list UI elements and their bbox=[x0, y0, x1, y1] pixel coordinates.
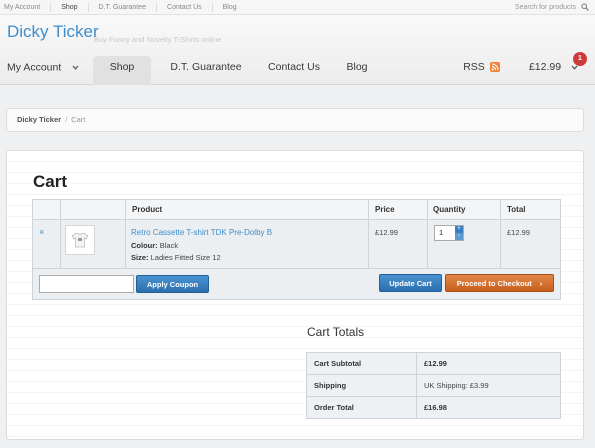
nav-my-account-label: My Account bbox=[7, 61, 62, 74]
cart-table: Product Price Quantity Total × Retro Cas… bbox=[32, 199, 561, 300]
chevron-down-icon bbox=[72, 55, 79, 80]
column-divider bbox=[368, 200, 369, 268]
header-price: Price bbox=[375, 205, 395, 214]
search-icon[interactable] bbox=[581, 3, 589, 11]
order-total-label: Order Total bbox=[314, 403, 354, 412]
shipping-value: UK Shipping: £3.99 bbox=[424, 381, 489, 390]
breadcrumb-current: Cart bbox=[71, 115, 86, 124]
quantity-stepper[interactable]: + - bbox=[455, 226, 463, 240]
breadcrumb: Dicky Ticker / Cart bbox=[6, 108, 584, 132]
product-size: Size: Ladies Fitted Size 12 bbox=[131, 253, 221, 262]
page-title: Cart bbox=[33, 172, 68, 191]
arrow-right-icon: › bbox=[539, 279, 543, 288]
cart-totals-table: Cart Subtotal £12.99 Shipping UK Shippin… bbox=[306, 352, 561, 419]
colour-label: Colour: bbox=[131, 241, 158, 250]
shipping-label: Shipping bbox=[314, 381, 347, 390]
top-link-guarantee[interactable]: D.T. Guarantee bbox=[99, 3, 158, 12]
column-divider bbox=[60, 200, 61, 268]
column-divider bbox=[427, 200, 428, 268]
size-label: Size: bbox=[131, 253, 149, 262]
breadcrumb-home[interactable]: Dicky Ticker bbox=[17, 115, 61, 124]
checkout-label: Proceed to Checkout bbox=[456, 279, 532, 288]
nav-my-account[interactable]: My Account bbox=[7, 55, 83, 85]
main-nav: My Account Shop D.T. Guarantee Contact U… bbox=[0, 52, 595, 85]
subtotal-label: Cart Subtotal bbox=[314, 359, 362, 368]
remove-icon[interactable]: × bbox=[39, 227, 44, 237]
top-link-blog[interactable]: Blog bbox=[223, 3, 247, 12]
nav-guarantee[interactable]: D.T. Guarantee bbox=[167, 55, 245, 85]
nav-shop-label: Shop bbox=[109, 61, 135, 73]
nav-guarantee-label: D.T. Guarantee bbox=[170, 61, 242, 73]
nav-contact-label: Contact Us bbox=[268, 61, 320, 73]
search-form[interactable]: Search for products bbox=[515, 3, 589, 11]
subtotal-value: £12.99 bbox=[424, 359, 447, 368]
top-link-contact[interactable]: Contact Us bbox=[167, 3, 213, 12]
tshirt-icon bbox=[71, 232, 89, 248]
cart-table-header bbox=[33, 200, 560, 220]
column-divider bbox=[500, 200, 501, 268]
item-price: £12.99 bbox=[375, 228, 398, 237]
size-value: Ladies Fitted Size 12 bbox=[150, 253, 221, 262]
column-divider bbox=[125, 200, 126, 268]
update-cart-button[interactable]: Update Cart bbox=[379, 274, 442, 292]
nav-rss-label: RSS bbox=[463, 61, 485, 73]
header-total: Total bbox=[507, 205, 526, 214]
cart-actions: Apply Coupon Update Cart Proceed to Chec… bbox=[33, 268, 560, 299]
top-nav: My Account Shop D.T. Guarantee Contact U… bbox=[4, 3, 257, 12]
totals-row-subtotal: Cart Subtotal £12.99 bbox=[307, 353, 560, 375]
cart-total-label: £12.99 bbox=[528, 61, 562, 73]
totals-row-order-total: Order Total £16.98 bbox=[307, 397, 560, 419]
nav-blog[interactable]: Blog bbox=[343, 55, 371, 85]
quantity-decrement-button[interactable]: - bbox=[455, 233, 463, 240]
site-logo[interactable]: Dicky Ticker bbox=[7, 22, 99, 42]
nav-shop[interactable]: Shop bbox=[93, 55, 151, 85]
site-header: Dicky Ticker Buy Funny and Novelty T-Shi… bbox=[0, 15, 595, 85]
cart-count-badge: 1 bbox=[573, 52, 587, 66]
coupon-code-input[interactable] bbox=[39, 275, 134, 293]
top-bar: My Account Shop D.T. Guarantee Contact U… bbox=[0, 0, 595, 15]
top-link-shop[interactable]: Shop bbox=[61, 3, 89, 12]
nav-contact[interactable]: Contact Us bbox=[263, 55, 325, 85]
cart-totals-title: Cart Totals bbox=[307, 325, 365, 339]
top-link-my-account[interactable]: My Account bbox=[4, 3, 52, 12]
order-total-value: £16.98 bbox=[424, 403, 447, 412]
nav-rss[interactable]: RSS bbox=[460, 55, 488, 85]
proceed-to-checkout-button[interactable]: Proceed to Checkout › bbox=[445, 274, 554, 292]
nav-cart-total[interactable]: £12.99 bbox=[525, 55, 565, 85]
main-content: Cart Product Price Quantity Total × Retr… bbox=[6, 150, 584, 440]
site-tagline: Buy Funny and Novelty T-Shirts online bbox=[94, 35, 222, 44]
product-thumbnail[interactable] bbox=[65, 225, 95, 255]
rss-icon[interactable] bbox=[490, 62, 500, 72]
product-colour: Colour: Black bbox=[131, 241, 178, 250]
search-input[interactable]: Search for products bbox=[515, 4, 576, 11]
colour-value: Black bbox=[159, 241, 179, 250]
header-quantity: Quantity bbox=[433, 205, 466, 214]
header-product: Product bbox=[132, 205, 163, 214]
breadcrumb-separator: / bbox=[65, 115, 68, 124]
quantity-increment-button[interactable]: + bbox=[455, 226, 463, 233]
product-name-link[interactable]: Retro Cassette T-shirt TDK Pre-Dolby B bbox=[131, 228, 272, 237]
totals-row-shipping: Shipping UK Shipping: £3.99 bbox=[307, 375, 560, 397]
item-total: £12.99 bbox=[507, 228, 530, 237]
apply-coupon-button[interactable]: Apply Coupon bbox=[136, 275, 209, 293]
nav-blog-label: Blog bbox=[346, 61, 368, 73]
